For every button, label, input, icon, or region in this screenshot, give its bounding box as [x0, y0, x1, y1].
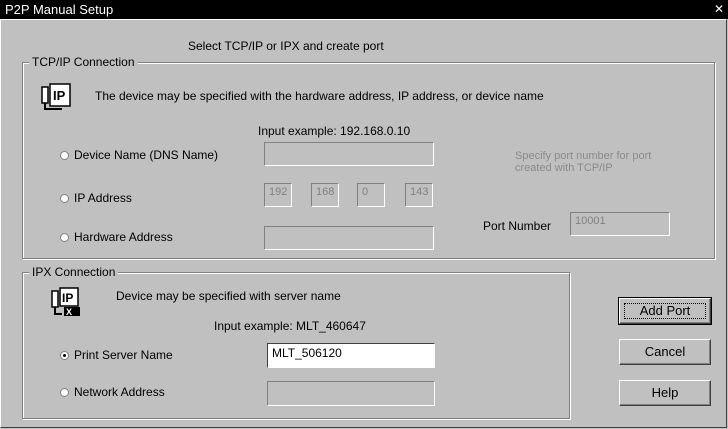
ipx-description: Device may be specified with server name: [116, 289, 341, 303]
tcpip-input-example: Input example: 192.168.0.10: [258, 124, 411, 138]
instruction-text: Select TCP/IP or IPX and create port: [188, 39, 384, 53]
ip-address-label: IP Address: [74, 191, 132, 205]
cancel-label: Cancel: [644, 344, 686, 359]
ip-octet-4-field[interactable]: 143: [405, 183, 433, 207]
focus-ring: [624, 303, 706, 319]
ipx-network-icon: IP X: [51, 287, 80, 317]
hardware-address-field[interactable]: [264, 226, 434, 250]
network-address-field[interactable]: [267, 381, 435, 406]
print-server-name-radio[interactable]: [60, 351, 69, 360]
tcpip-group-legend: TCP/IP Connection: [29, 55, 138, 69]
window-title: P2P Manual Setup: [5, 2, 114, 17]
ip-network-icon: IP: [41, 83, 71, 110]
tcpip-description: The device may be specified with the har…: [95, 89, 544, 103]
port-hint-text: Specify port number for port created wit…: [515, 150, 652, 174]
ip-octet-2-field[interactable]: 168: [311, 183, 339, 207]
svg-text:IP: IP: [53, 88, 66, 103]
print-server-name-label: Print Server Name: [74, 348, 173, 362]
ip-octet-1-field[interactable]: 192: [264, 183, 292, 207]
close-icon[interactable]: ✕: [712, 1, 726, 17]
ip-octet-3-field[interactable]: 0: [357, 183, 385, 207]
hardware-address-label: Hardware Address: [74, 230, 173, 244]
device-name-label: Device Name (DNS Name): [74, 148, 219, 162]
device-name-field[interactable]: [264, 142, 434, 166]
svg-text:X: X: [66, 307, 72, 317]
help-button[interactable]: Help: [619, 380, 711, 406]
help-label: Help: [651, 385, 679, 400]
network-address-label: Network Address: [74, 385, 165, 399]
hardware-address-radio[interactable]: [60, 233, 69, 242]
port-number-field[interactable]: 10001: [570, 212, 670, 236]
port-number-label: Port Number: [483, 219, 552, 233]
ipx-input-example: Input example: MLT_460647: [214, 319, 366, 333]
print-server-name-field[interactable]: MLT_506120: [267, 343, 435, 368]
title-bar: P2P Manual Setup ✕: [0, 0, 728, 19]
add-port-button[interactable]: Add Port: [618, 297, 712, 325]
network-address-radio[interactable]: [60, 388, 69, 397]
cancel-button[interactable]: Cancel: [619, 339, 711, 365]
svg-text:IP: IP: [62, 291, 73, 305]
ip-address-radio[interactable]: [60, 194, 69, 203]
ipx-group-legend: IPX Connection: [29, 265, 119, 279]
device-name-radio[interactable]: [60, 151, 69, 160]
